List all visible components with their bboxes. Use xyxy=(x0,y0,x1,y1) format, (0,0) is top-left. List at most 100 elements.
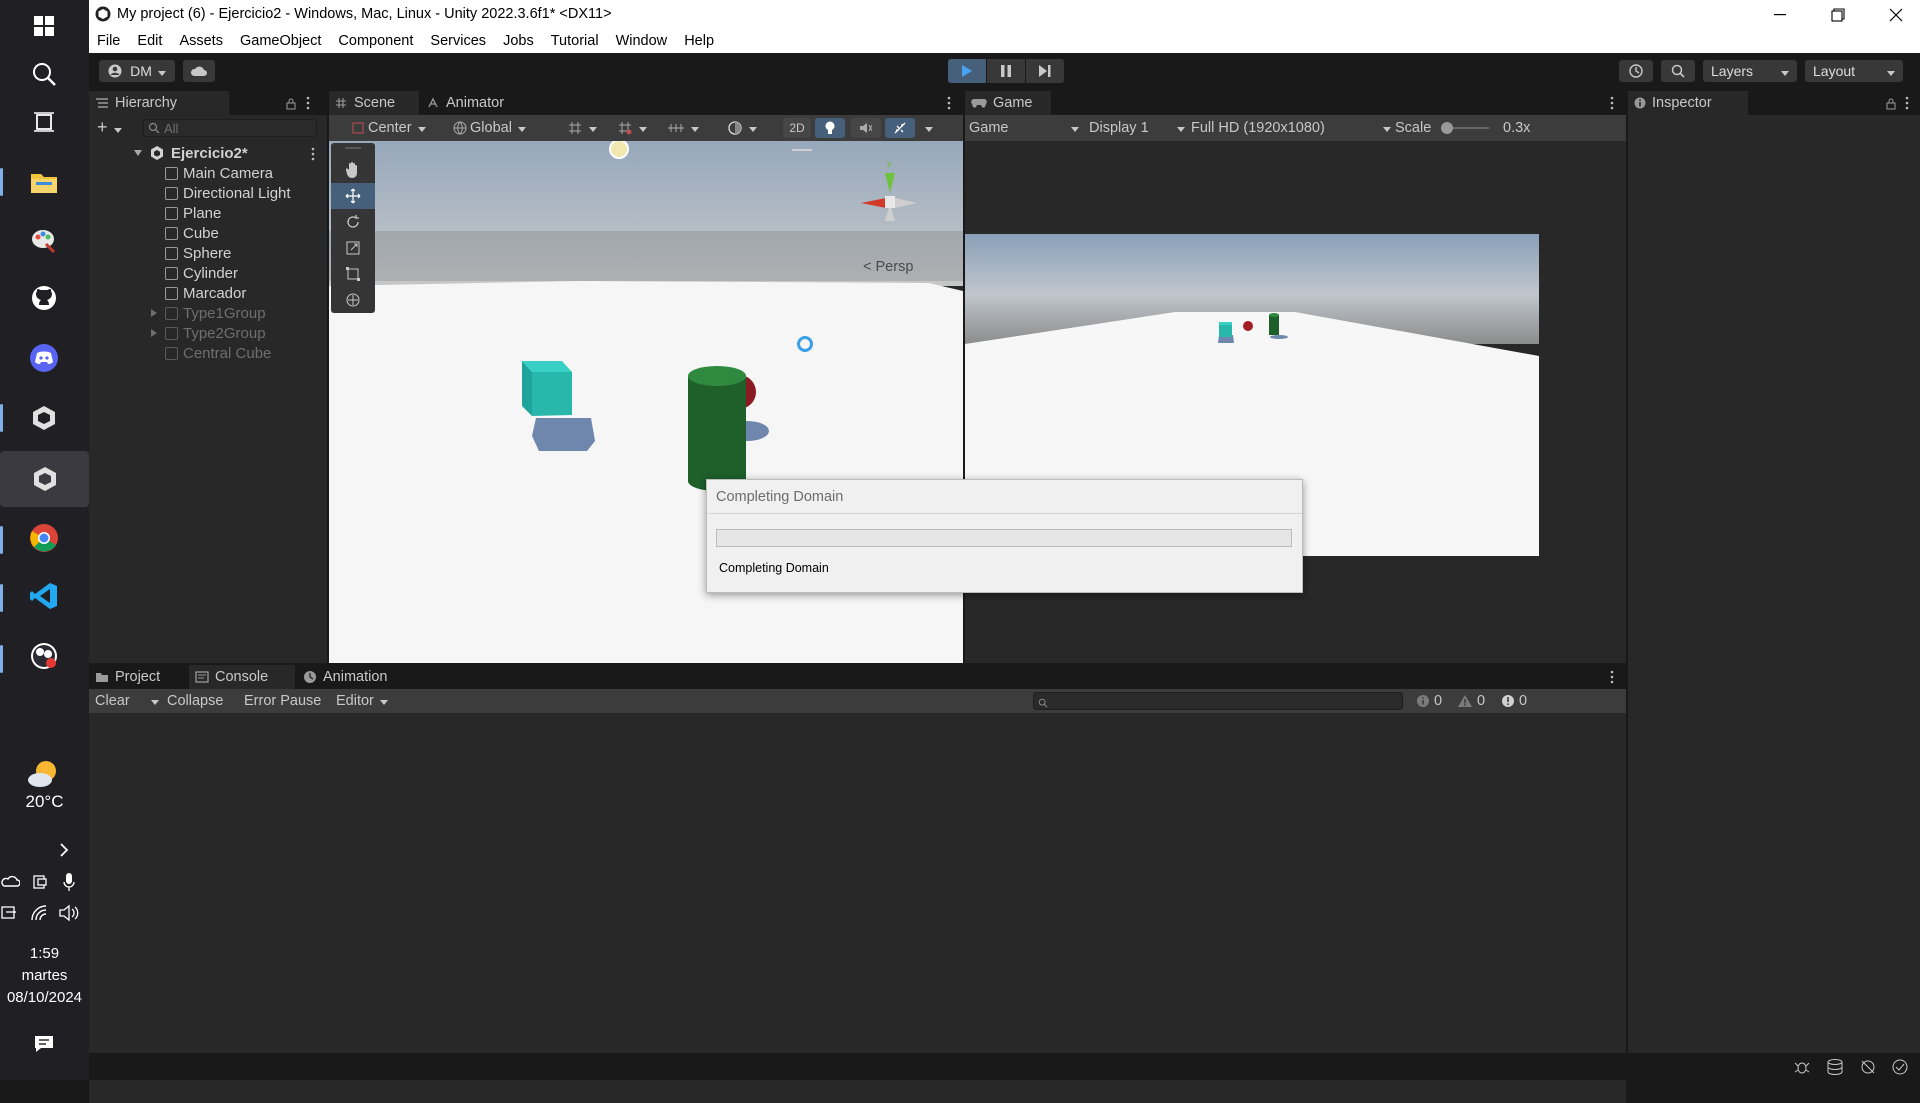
hierarchy-item-type2group[interactable]: Type2Group xyxy=(149,323,266,343)
tab-animator[interactable]: Animator xyxy=(421,91,521,115)
hierarchy-item-type1group[interactable]: Type1Group xyxy=(149,303,266,323)
grid-visibility-dropdown[interactable] xyxy=(617,118,647,138)
menu-file[interactable]: File xyxy=(97,29,120,49)
grid-snap-dropdown[interactable] xyxy=(567,118,597,138)
tab-hierarchy[interactable]: Hierarchy xyxy=(89,91,229,115)
directional-light-gizmo[interactable] xyxy=(609,141,629,159)
menu-gameobject[interactable]: GameObject xyxy=(240,29,321,49)
search-button[interactable] xyxy=(1661,60,1695,82)
obs-record-icon[interactable] xyxy=(22,634,66,678)
effects-toggle[interactable] xyxy=(885,118,915,138)
pause-button[interactable] xyxy=(987,59,1025,83)
menu-window[interactable]: Window xyxy=(616,29,668,49)
cloud-button[interactable] xyxy=(183,60,215,82)
tab-scene[interactable]: Scene xyxy=(329,91,419,115)
hierarchy-item-cylinder[interactable]: Cylinder xyxy=(165,263,238,283)
collapsed-arrow-icon[interactable] xyxy=(149,328,159,338)
error-count-toggle[interactable]: 0 xyxy=(1501,689,1527,713)
menu-edit[interactable]: Edit xyxy=(137,29,162,49)
paint-app-icon[interactable] xyxy=(22,218,66,262)
editor-dropdown[interactable]: Editor xyxy=(336,691,388,711)
volume-icon[interactable] xyxy=(58,904,80,927)
minimize-icon[interactable] xyxy=(1758,2,1802,28)
pivot-dropdown[interactable]: Center xyxy=(351,118,426,138)
task-view-icon[interactable] xyxy=(22,100,66,144)
error-pause-toggle[interactable]: Error Pause xyxy=(244,691,321,711)
microphone-icon[interactable] xyxy=(62,872,76,897)
hierarchy-item-directional-light[interactable]: Directional Light xyxy=(165,183,291,203)
display-dropdown[interactable]: Display 1 xyxy=(1089,118,1185,138)
hierarchy-item-marcador[interactable]: Marcador xyxy=(165,283,246,303)
scene-menu-icon[interactable] xyxy=(311,147,315,165)
network-status-icon[interactable] xyxy=(0,904,20,927)
game-more-icon[interactable] xyxy=(1610,96,1614,115)
move-tool-icon[interactable] xyxy=(331,183,375,209)
lock-icon[interactable] xyxy=(1885,97,1897,115)
expand-arrow-icon[interactable] xyxy=(133,148,143,158)
unity-editor-icon[interactable] xyxy=(0,451,89,507)
space-dropdown[interactable]: Global xyxy=(453,118,526,138)
menu-assets[interactable]: Assets xyxy=(179,29,223,49)
menu-component[interactable]: Component xyxy=(338,29,413,49)
cache-server-icon[interactable] xyxy=(1826,1058,1844,1081)
hierarchy-item-cube[interactable]: Cube xyxy=(165,223,219,243)
scene-lighting-toggle[interactable] xyxy=(815,118,845,138)
unity-hub-icon[interactable] xyxy=(22,396,66,440)
hierarchy-item-sphere[interactable]: Sphere xyxy=(165,243,231,263)
chrome-icon[interactable] xyxy=(22,516,66,560)
hierarchy-item-central-cube[interactable]: Central Cube xyxy=(165,343,271,363)
console-more-icon[interactable] xyxy=(1610,670,1614,689)
toggle-2d-button[interactable]: 2D xyxy=(783,118,811,138)
rotate-tool-icon[interactable] xyxy=(331,209,375,235)
clock-time[interactable]: 1:59 xyxy=(0,945,89,962)
scale-slider[interactable] xyxy=(1441,122,1489,134)
menu-tutorial[interactable]: Tutorial xyxy=(551,29,599,49)
file-explorer-icon[interactable] xyxy=(22,160,66,204)
game-mode-dropdown[interactable]: Game xyxy=(969,118,1079,138)
rect-tool-icon[interactable] xyxy=(331,261,375,287)
chevron-right-icon[interactable] xyxy=(58,842,70,863)
undo-history-button[interactable] xyxy=(1619,60,1653,82)
restore-icon[interactable] xyxy=(1816,2,1860,28)
audio-toggle[interactable] xyxy=(851,118,881,138)
hierarchy-item-plane[interactable]: Plane xyxy=(165,203,221,223)
effects-dropdown[interactable] xyxy=(919,118,933,138)
draw-mode-dropdown[interactable] xyxy=(727,118,757,138)
close-icon[interactable] xyxy=(1874,2,1918,28)
weather-icon[interactable] xyxy=(22,758,66,790)
hierarchy-search-input[interactable]: All xyxy=(143,119,317,137)
menu-services[interactable]: Services xyxy=(430,29,486,49)
wifi-icon[interactable] xyxy=(30,904,50,927)
account-dropdown[interactable]: DM xyxy=(99,60,175,82)
lock-icon[interactable] xyxy=(285,97,297,115)
status-check-icon[interactable] xyxy=(1891,1058,1909,1081)
tab-project[interactable]: Project xyxy=(89,665,189,689)
collapse-toggle[interactable]: Collapse xyxy=(167,691,223,711)
tab-inspector[interactable]: Inspector xyxy=(1628,91,1748,115)
clear-options-dropdown[interactable] xyxy=(145,691,159,711)
layers-dropdown[interactable]: Layers xyxy=(1703,60,1797,82)
display-icon[interactable] xyxy=(32,874,48,895)
clear-button[interactable]: Clear xyxy=(95,691,130,711)
github-icon[interactable] xyxy=(22,276,66,320)
auto-generate-lighting-icon[interactable] xyxy=(1859,1058,1877,1081)
tab-game[interactable]: Game xyxy=(965,91,1051,115)
layout-dropdown[interactable]: Layout xyxy=(1805,60,1903,82)
transform-tool-icon[interactable] xyxy=(331,287,375,313)
scale-slider-handle[interactable] xyxy=(1441,122,1453,134)
scene-more-icon[interactable] xyxy=(947,96,951,115)
step-button[interactable] xyxy=(1026,59,1064,83)
more-options-icon[interactable] xyxy=(306,96,310,115)
play-button[interactable] xyxy=(948,59,986,83)
warning-count-toggle[interactable]: 0 xyxy=(1457,689,1485,713)
tab-animation[interactable]: Animation xyxy=(297,665,413,689)
projection-toggle[interactable]: < Persp xyxy=(863,259,913,275)
scene-root[interactable]: Ejercicio2* xyxy=(133,143,323,163)
tab-console[interactable]: Console xyxy=(189,665,295,689)
resolution-dropdown[interactable]: Full HD (1920x1080) xyxy=(1191,118,1391,138)
search-icon[interactable] xyxy=(22,52,66,96)
log-count-toggle[interactable]: 0 xyxy=(1416,689,1442,713)
increment-snap-dropdown[interactable] xyxy=(667,118,699,138)
console-search-input[interactable] xyxy=(1033,692,1403,710)
menu-help[interactable]: Help xyxy=(684,29,714,49)
